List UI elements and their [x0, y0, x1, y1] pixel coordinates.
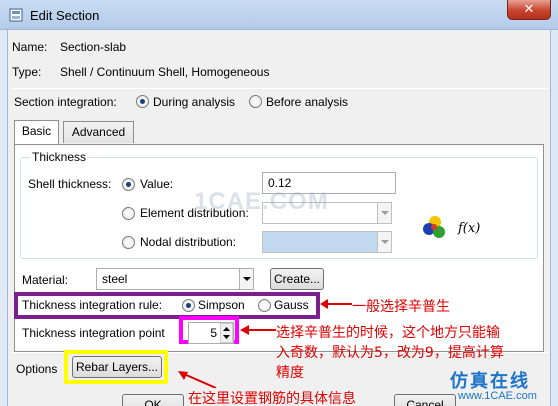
chevron-down-icon — [377, 232, 391, 252]
points-annotation-line2: 入奇数，默认为5，改为9，提高计算 — [276, 345, 504, 361]
rebar-annotation: 在这里设置钢筋的具体信息 — [186, 388, 358, 406]
chevron-down-icon — [239, 269, 253, 289]
spinner-icon[interactable] — [220, 323, 233, 343]
material-value: steel — [102, 272, 128, 286]
nodal-distribution-radio[interactable] — [122, 236, 135, 249]
tab-basic[interactable]: Basic — [14, 120, 59, 144]
before-analysis-radio[interactable] — [249, 95, 262, 108]
integration-points-label: Thickness integration point — [22, 326, 165, 340]
rule-arrow-icon — [320, 299, 352, 309]
title-bar: Edit Section ✕ — [0, 0, 558, 30]
nodal-distribution-dropdown[interactable] — [262, 231, 392, 253]
during-analysis-radio[interactable] — [136, 95, 149, 108]
integration-rule-label: Thickness integration rule: — [22, 298, 163, 312]
thickness-group-title: Thickness — [30, 150, 89, 164]
before-analysis-label: Before analysis — [266, 95, 349, 109]
shell-thickness-label: Shell thickness: — [28, 177, 112, 191]
points-annotation-line1: 选择辛普生的时候，这个地方只能输 — [276, 325, 500, 341]
value-radio[interactable] — [122, 178, 135, 191]
name-label: Name: — [12, 40, 48, 54]
material-dropdown[interactable]: steel — [96, 268, 254, 290]
ok-button[interactable]: OK — [122, 394, 184, 406]
rebar-layers-button[interactable]: Rebar Layers... — [72, 356, 162, 378]
type-label: Type: — [12, 65, 42, 79]
chevron-down-icon — [377, 203, 391, 223]
integration-points-value: 5 — [210, 326, 217, 340]
tab-advanced[interactable]: Advanced — [63, 121, 134, 143]
separator — [12, 88, 548, 89]
rule-annotation: 一般选择辛普生 — [352, 299, 450, 315]
cancel-button[interactable]: Cancel — [394, 394, 456, 406]
center-watermark: 1CAE.COM — [194, 188, 329, 215]
element-distribution-radio[interactable] — [122, 207, 135, 220]
material-label: Material: — [22, 273, 69, 287]
create-material-button[interactable]: Create... — [270, 268, 324, 290]
gauss-label: Gauss — [274, 298, 309, 312]
fx-label: f(x) — [458, 221, 481, 236]
name-value: Section-slab — [60, 40, 127, 54]
integration-label: Section integration: — [14, 95, 117, 109]
gauss-radio[interactable] — [258, 299, 271, 312]
during-analysis-label: During analysis — [153, 95, 236, 109]
window-title: Edit Section — [30, 8, 100, 23]
close-button[interactable]: ✕ — [507, 0, 551, 20]
type-value: Shell / Continuum Shell, Homogeneous — [60, 65, 270, 79]
value-label: Value: — [140, 177, 174, 191]
points-arrow-icon — [240, 325, 276, 335]
simpson-radio[interactable] — [182, 299, 195, 312]
analytical-field-icon[interactable] — [422, 215, 448, 239]
points-annotation-line3: 精度 — [276, 365, 304, 381]
options-label: Options — [16, 362, 58, 376]
site-url-watermark: www.1CAE.com — [458, 390, 537, 402]
nodal-distribution-label: Nodal distribution: — [140, 235, 237, 249]
app-icon — [9, 8, 23, 22]
integration-points-input[interactable]: 5 — [188, 322, 234, 344]
simpson-label: Simpson — [198, 298, 245, 312]
